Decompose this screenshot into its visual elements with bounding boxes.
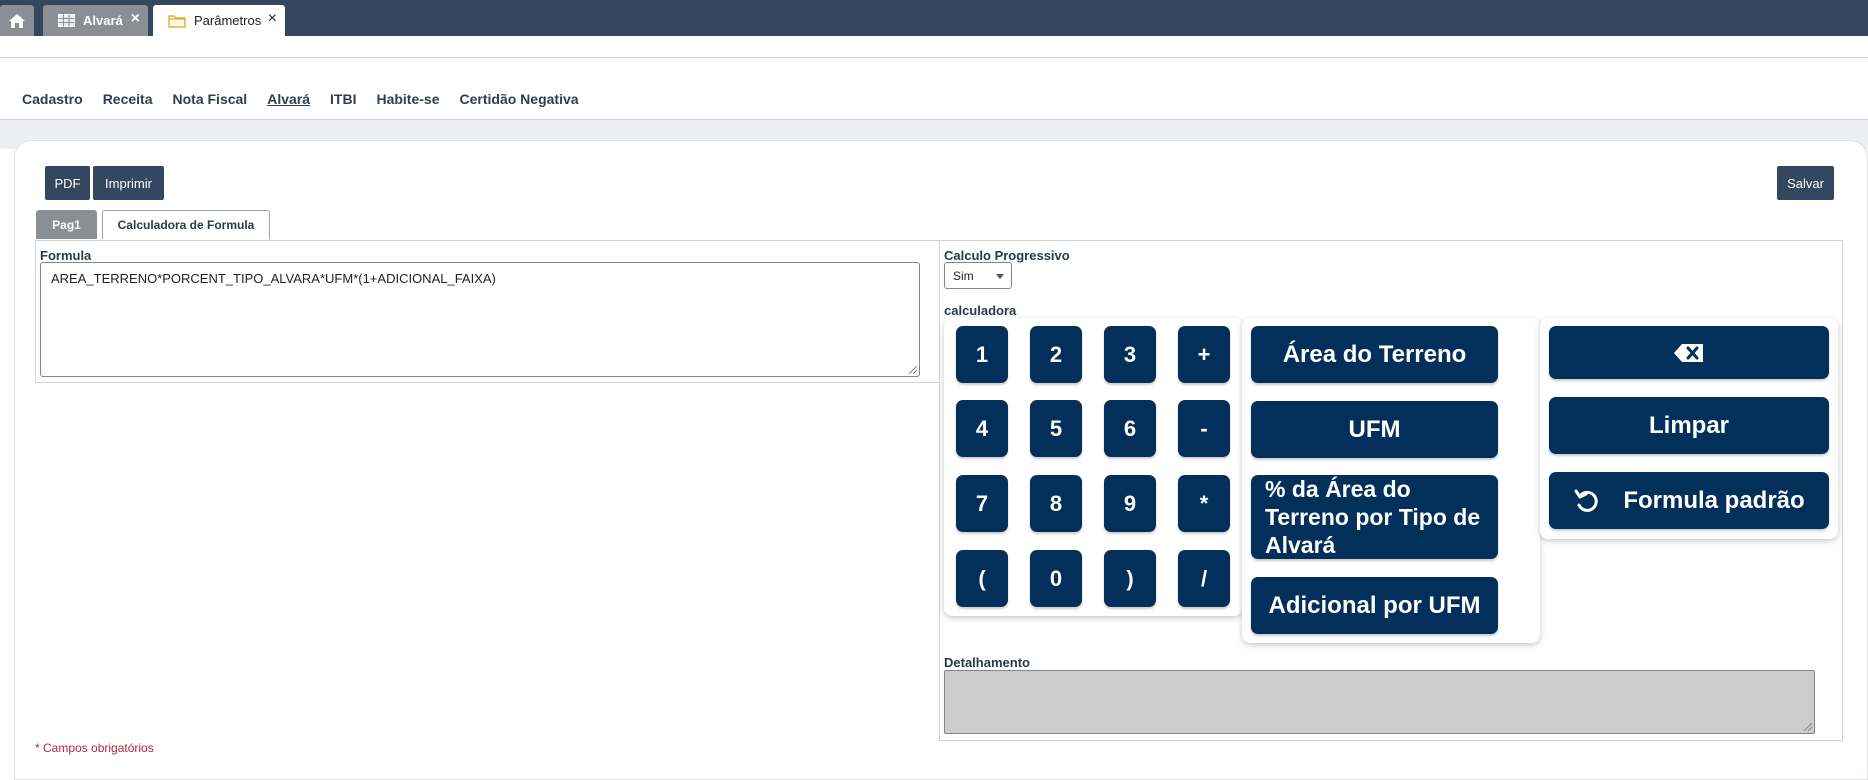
menu-item-nota-fiscal[interactable]: Nota Fiscal [173,91,248,107]
key-divide[interactable]: / [1178,550,1230,607]
close-icon[interactable]: × [131,11,140,27]
home-tab[interactable] [0,5,34,36]
key-8[interactable]: 8 [1030,475,1082,532]
key-2[interactable]: 2 [1030,326,1082,383]
key-7[interactable]: 7 [956,475,1008,532]
key-9[interactable]: 9 [1104,475,1156,532]
reset-formula-label: Formula padrão [1623,486,1805,514]
clear-button[interactable]: Limpar [1549,397,1829,454]
menu-item-habite-se[interactable]: Habite-se [376,91,439,107]
reset-formula-button[interactable]: Formula padrão [1549,472,1829,529]
menu-item-receita[interactable]: Receita [103,91,153,107]
required-fields-note: * Campos obrigatórios [35,741,154,755]
undo-icon [1574,489,1599,512]
tab-pag1[interactable]: Pag1 [36,210,97,239]
backspace-button[interactable] [1549,326,1829,379]
progressive-select[interactable]: Sim [944,262,1012,289]
formula-field[interactable]: AREA_TERRENO*PORCENT_TIPO_ALVARA*UFM*(1+… [40,262,920,377]
tab-label: Parâmetros [194,13,262,28]
chevron-down-icon [996,274,1004,279]
progressive-value: Sim [953,269,974,283]
menu-item-itbi[interactable]: ITBI [330,91,356,107]
tab-label: Alvará [83,13,123,28]
grid-icon [58,14,75,27]
key-plus[interactable]: + [1178,326,1230,383]
tab-calculadora-de-formula[interactable]: Calculadora de Formula [102,210,270,239]
key-3[interactable]: 3 [1104,326,1156,383]
progressive-label: Calculo Progressivo [944,248,1070,263]
key-minus[interactable]: - [1178,400,1230,457]
key-close-paren[interactable]: ) [1104,550,1156,607]
backspace-icon [1674,343,1703,362]
resize-handle[interactable] [909,366,917,374]
variable-area-terreno-button[interactable]: Área do Terreno [1251,326,1498,383]
key-5[interactable]: 5 [1030,400,1082,457]
key-multiply[interactable]: * [1178,475,1230,532]
detail-field[interactable] [944,670,1815,734]
variable-porcent-tipo-alvara-button[interactable]: % da Área do Terreno por Tipo de Alvará [1251,475,1498,559]
key-4[interactable]: 4 [956,400,1008,457]
print-button[interactable]: Imprimir [93,166,164,200]
main-menu: Cadastro Receita Nota Fiscal Alvará ITBI… [22,91,579,107]
folder-icon [168,14,186,28]
variable-adicional-ufm-button[interactable]: Adicional por UFM [1251,577,1498,634]
key-6[interactable]: 6 [1104,400,1156,457]
variable-ufm-button[interactable]: UFM [1251,401,1498,458]
menu-item-certidao-negativa[interactable]: Certidão Negativa [460,91,579,107]
detail-label: Detalhamento [944,655,1030,670]
home-icon [9,13,25,28]
menu-item-cadastro[interactable]: Cadastro [22,91,83,107]
window-tab-bar: Alvará × Parâmetros × [0,0,1868,36]
key-1[interactable]: 1 [956,326,1008,383]
save-button[interactable]: Salvar [1777,166,1834,200]
menu-item-alvara[interactable]: Alvará [267,91,310,107]
key-0[interactable]: 0 [1030,550,1082,607]
divider [0,57,1868,58]
resize-handle[interactable] [1804,723,1812,731]
pdf-button[interactable]: PDF [45,166,90,200]
key-open-paren[interactable]: ( [956,550,1008,607]
close-icon[interactable]: × [268,11,277,27]
formula-label: Formula [40,248,92,263]
tab-parametros[interactable]: Parâmetros × [153,5,285,36]
formula-value: AREA_TERRENO*PORCENT_TIPO_ALVARA*UFM*(1+… [51,271,496,286]
calculator-label: calculadora [944,303,1017,318]
tab-alvara[interactable]: Alvará × [43,5,148,36]
